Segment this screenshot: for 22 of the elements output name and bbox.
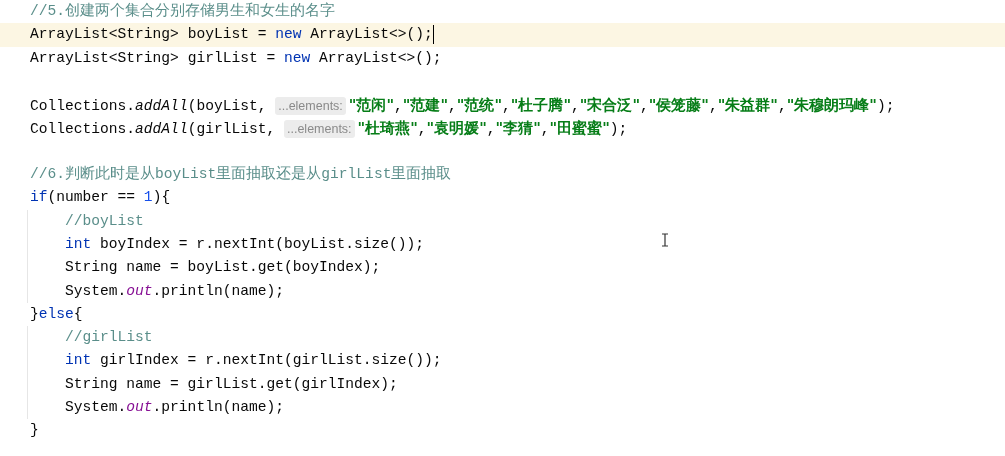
- code-text: //girlList: [65, 329, 153, 346]
- code-text: String name = boyList.get(boyIndex);: [65, 259, 381, 276]
- code-text: String name = girlList.get(girlIndex);: [65, 375, 398, 392]
- code-text: }: [30, 422, 39, 439]
- code-text: int boyIndex = r.nextInt(boyList.size());: [65, 235, 425, 252]
- code-text: ArrayList<String> girlList = new ArrayList<>();: [30, 49, 442, 66]
- code-text: //boyList: [65, 212, 144, 229]
- code-text: //5.创建两个集合分别存储男生和女生的名字: [30, 3, 336, 19]
- code-text: }else{: [30, 305, 83, 322]
- code-text: System.out.println(name);: [65, 282, 284, 299]
- parameter-hint: ...elements:: [284, 120, 355, 139]
- code-text: if(number == 1){: [30, 189, 171, 206]
- code-text: Collections.addAll(girlList,: [30, 121, 277, 138]
- code-text: System.out.println(name);: [65, 399, 284, 416]
- code-text: //6.判断此时是从boyList里面抽取还是从girlList里面抽取: [30, 166, 452, 183]
- code-text: int girlIndex = r.nextInt(girlList.size());: [65, 352, 442, 369]
- code-text: "杜琦燕","袁明媛","李猜","田蜜蜜");: [357, 121, 628, 138]
- text-cursor-icon: [661, 233, 669, 247]
- code-text: ArrayList<String> boyList = new ArrayList<>();: [30, 26, 433, 43]
- code-text: Collections.addAll(boyList,: [30, 98, 268, 115]
- parameter-hint: ...elements:: [275, 97, 346, 116]
- code-text: "范闲","范建","范统","杜子腾","宋合泛","侯笼藤","朱益群","朱穆朗玛峰");: [348, 98, 895, 115]
